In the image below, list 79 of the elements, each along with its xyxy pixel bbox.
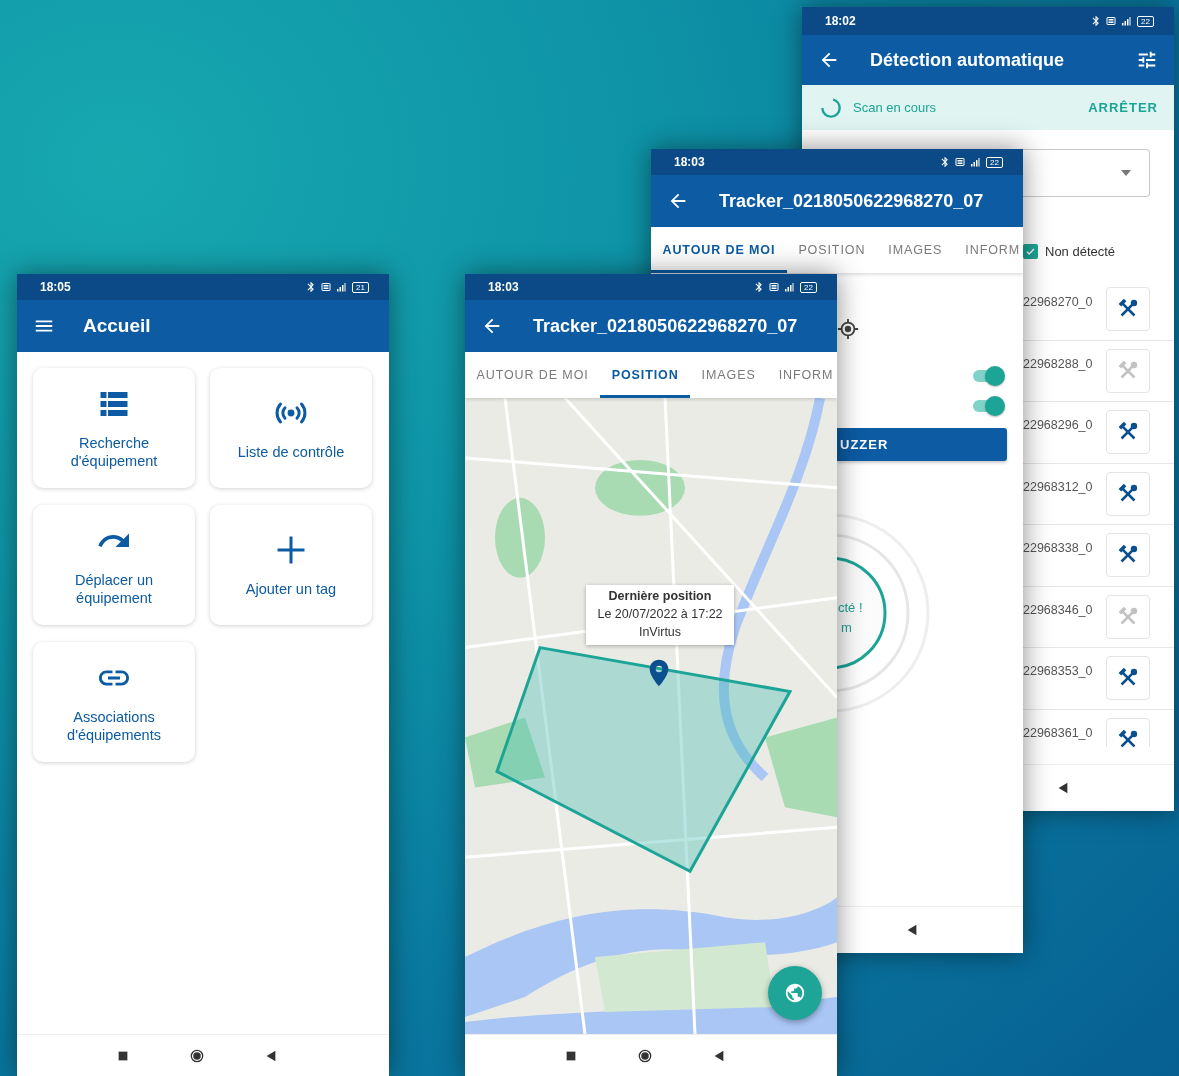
battery-indicator: 22 [800, 281, 817, 293]
tab[interactable]: INFORM [953, 227, 1023, 273]
locate-icon[interactable] [837, 318, 859, 340]
list-row[interactable]: 22968296_0 [1023, 402, 1174, 464]
tab[interactable]: AUTOUR DE MOI [651, 227, 787, 273]
tile-label: Déplacer un équipement [73, 571, 155, 607]
tab[interactable]: INFORM [767, 352, 837, 398]
tools-button[interactable] [1106, 656, 1150, 701]
menu-tile[interactable]: Déplacer un équipement [33, 505, 195, 625]
network-icon [1105, 15, 1118, 27]
signal-icon [1120, 15, 1133, 27]
screen-title: Tracker_0218050622968270_07 [719, 190, 984, 212]
list-row[interactable]: 22968338_0 [1023, 525, 1174, 587]
popup-title: Dernière position [608, 588, 712, 605]
back-icon[interactable] [1056, 781, 1070, 795]
detection-status: cté ! [838, 600, 863, 615]
tile-label: Recherche d'équipement [69, 434, 159, 470]
dropdown-field[interactable] [1023, 149, 1150, 197]
tab[interactable]: IMAGES [876, 227, 954, 273]
network-icon [768, 281, 781, 293]
status-time: 18:05 [40, 280, 71, 294]
menu-tile[interactable]: Liste de contrôle [210, 368, 372, 488]
action-button[interactable]: UZZER [837, 428, 1007, 461]
list-row[interactable]: 22968270_0 [1023, 279, 1174, 341]
home-icon[interactable] [638, 1048, 652, 1063]
toggle-switch[interactable] [971, 396, 1005, 416]
battery-indicator: 21 [352, 281, 369, 293]
tracker-id: 22968353_0 [1023, 664, 1093, 678]
signal-icon [783, 281, 796, 293]
globe-icon [784, 982, 806, 1004]
signal-icon [335, 281, 348, 293]
signal-icon [969, 156, 982, 168]
list-row[interactable]: 22968353_0 [1023, 648, 1174, 710]
popup-date: Le 20/07/2022 à 17:22 [597, 606, 723, 623]
checkmark-icon [1025, 246, 1036, 257]
tracker-id: 22968270_0 [1023, 295, 1093, 309]
tab[interactable]: POSITION [786, 227, 877, 273]
menu-tile[interactable]: Recherche d'équipement [33, 368, 195, 488]
menu-tile[interactable]: Associations d'équipements [33, 642, 195, 762]
tracker-id: 22968346_0 [1023, 602, 1093, 617]
battery-indicator: 22 [986, 156, 1003, 168]
tools-button[interactable] [1106, 410, 1150, 455]
battery-indicator: 22 [1137, 15, 1154, 27]
menu-tile[interactable]: Ajouter un tag [210, 505, 372, 625]
network-icon [954, 156, 967, 168]
tracker-id: 22968361_0 [1023, 725, 1093, 740]
scan-status: Scan en cours [853, 100, 937, 115]
popup-place: InVirtus [638, 624, 682, 641]
back-icon[interactable] [712, 1048, 726, 1063]
tracker-id: 22968338_0 [1023, 541, 1093, 555]
status-time: 18:03 [488, 280, 519, 294]
status-time: 18:02 [825, 14, 856, 28]
back-icon[interactable] [264, 1048, 278, 1063]
checkbox[interactable] [1023, 244, 1038, 259]
tab[interactable]: IMAGES [690, 352, 768, 398]
tab[interactable]: AUTOUR DE MOI [465, 352, 601, 398]
settings-icon[interactable] [1136, 49, 1158, 71]
distance-value: m [841, 620, 852, 635]
checkbox-label: Non détecté [1045, 244, 1116, 259]
tracker-id: 22968296_0 [1023, 418, 1093, 432]
home-icon[interactable] [190, 1048, 204, 1063]
back-icon[interactable] [905, 923, 919, 937]
tracker-id: 22968288_0 [1023, 356, 1093, 371]
screen-title: Détection automatique [870, 49, 1065, 71]
status-time: 18:03 [674, 155, 705, 169]
tile-label: Liste de contrôle [237, 443, 345, 461]
tools-icon [1117, 728, 1139, 747]
caret-icon [1121, 170, 1131, 176]
tools-button[interactable] [1106, 287, 1150, 332]
toggle-switch[interactable] [971, 366, 1005, 386]
tracker-id: 22968312_0 [1023, 479, 1093, 494]
network-icon [320, 281, 333, 293]
tile-label: Associations d'équipements [66, 708, 162, 744]
tools-button[interactable] [1106, 471, 1150, 516]
screen-title: Accueil [83, 315, 151, 337]
list-row[interactable]: 22968312_0 [1023, 463, 1174, 525]
tools-button[interactable] [1106, 533, 1150, 578]
screen-title: Tracker_0218050622968270_07 [533, 315, 798, 337]
tile-label: Ajouter un tag [245, 580, 337, 598]
